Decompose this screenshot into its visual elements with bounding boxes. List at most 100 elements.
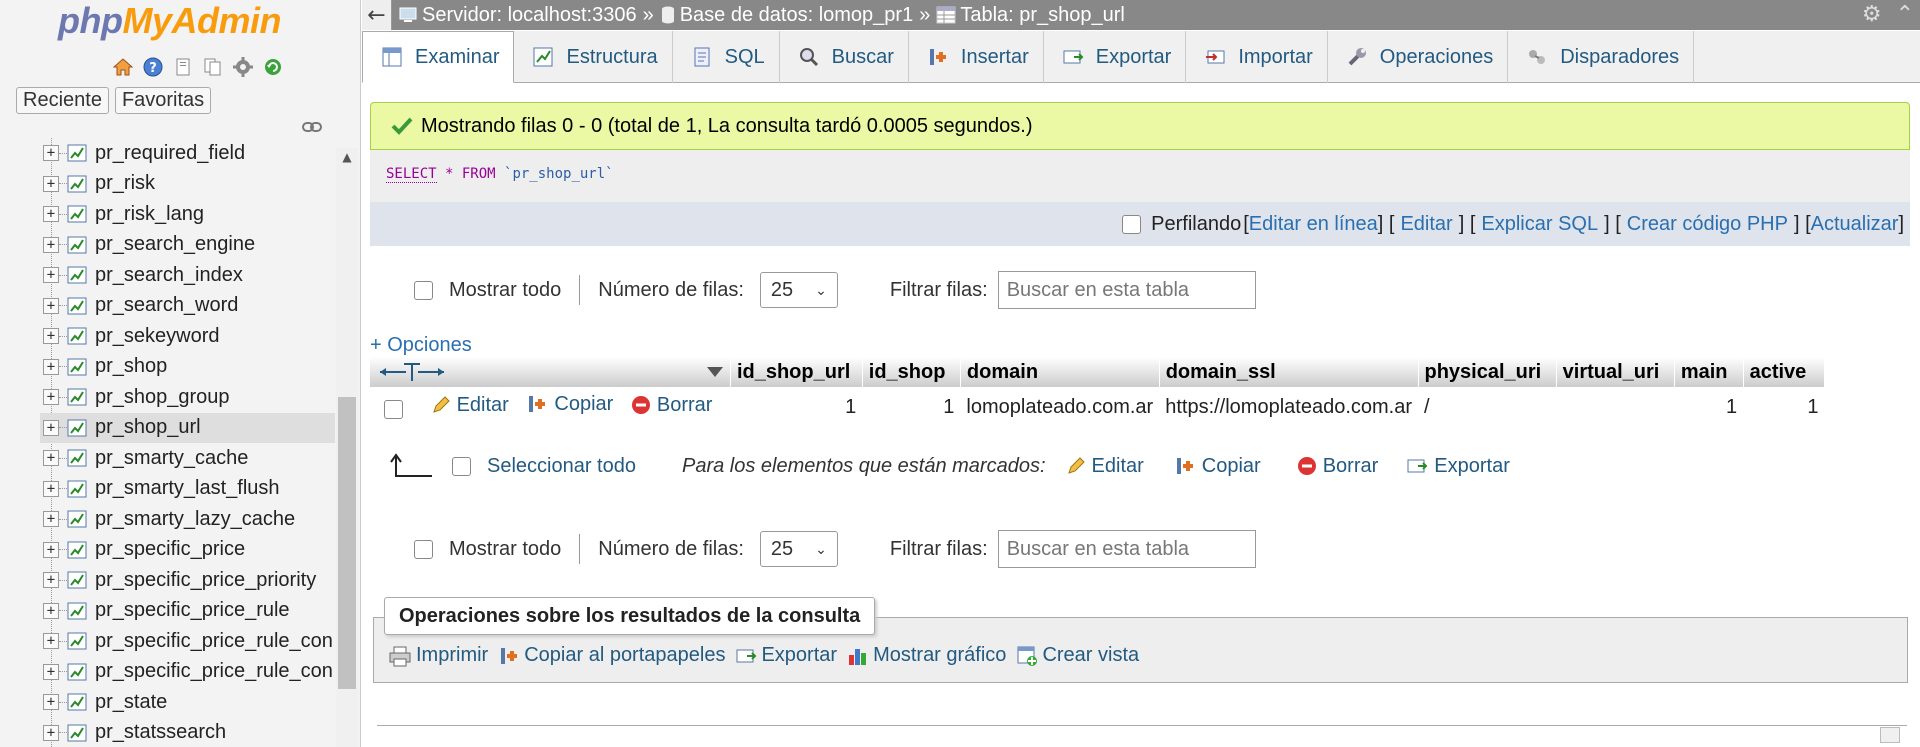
- expand-plus-icon[interactable]: +: [43, 602, 59, 619]
- help-icon[interactable]: ?: [140, 54, 166, 80]
- sidebar-table-label[interactable]: pr_specific_price_rule_con: [95, 630, 333, 653]
- table-structure-icon[interactable]: [67, 236, 87, 254]
- sql-keyword-select[interactable]: SELECT: [386, 166, 437, 183]
- sidebar-table-item[interactable]: + pr_risk: [40, 169, 335, 200]
- sidebar-table-label[interactable]: pr_required_field: [95, 142, 245, 165]
- table-structure-icon[interactable]: [67, 449, 87, 467]
- options-link[interactable]: + Opciones: [370, 334, 472, 357]
- cell-domain[interactable]: lomoplateado.com.ar: [960, 387, 1159, 427]
- select-all-label[interactable]: Seleccionar todo: [487, 455, 636, 478]
- table-structure-icon[interactable]: [67, 602, 87, 620]
- sidebar-table-label[interactable]: pr_search_word: [95, 294, 238, 317]
- console-toggle-icon[interactable]: [1880, 727, 1900, 743]
- sidebar-table-item[interactable]: + pr_sekeyword: [40, 321, 335, 352]
- show-chart-button[interactable]: Mostrar gráfico: [847, 644, 1006, 667]
- sidebar-table-item[interactable]: + pr_shop_group: [40, 382, 335, 413]
- column-resize-header[interactable]: [370, 357, 731, 387]
- sidebar-table-label[interactable]: pr_smarty_last_flush: [95, 477, 280, 500]
- table-structure-icon[interactable]: [67, 419, 87, 437]
- copy-icon[interactable]: [200, 54, 226, 80]
- sidebar-table-label[interactable]: pr_specific_price_priority: [95, 569, 316, 592]
- bulk-delete-button[interactable]: Borrar: [1297, 455, 1378, 478]
- sidebar-table-label[interactable]: pr_risk_lang: [95, 203, 204, 226]
- expand-plus-icon[interactable]: +: [43, 724, 59, 741]
- gear-icon[interactable]: [230, 54, 256, 80]
- table-structure-icon[interactable]: [67, 358, 87, 376]
- sidebar-table-item[interactable]: + pr_shop_url: [40, 412, 335, 443]
- table-structure-icon[interactable]: [67, 632, 87, 650]
- tab-insert[interactable]: Insertar: [909, 31, 1044, 83]
- link-icon[interactable]: [302, 118, 322, 137]
- table-structure-icon[interactable]: [67, 510, 87, 528]
- sidebar-table-label[interactable]: pr_specific_price_rule: [95, 599, 290, 622]
- table-structure-icon[interactable]: [67, 541, 87, 559]
- print-button[interactable]: Imprimir: [388, 644, 488, 667]
- sidebar-table-label[interactable]: pr_sekeyword: [95, 325, 220, 348]
- table-structure-icon[interactable]: [67, 571, 87, 589]
- expand-plus-icon[interactable]: +: [43, 541, 59, 558]
- cell-id-shop[interactable]: 1: [862, 387, 960, 427]
- show-all-checkbox[interactable]: [414, 539, 433, 559]
- sql-query-box[interactable]: SELECT * FROM `pr_shop_url`: [370, 150, 1910, 202]
- sidebar-table-label[interactable]: pr_shop_url: [95, 416, 201, 439]
- tab-triggers[interactable]: Disparadores: [1508, 31, 1695, 83]
- sidebar-table-item[interactable]: + pr_search_index: [40, 260, 335, 291]
- expand-plus-icon[interactable]: +: [43, 297, 59, 314]
- bulk-edit-button[interactable]: Editar: [1066, 455, 1144, 478]
- sidebar-table-item[interactable]: + pr_smarty_last_flush: [40, 474, 335, 505]
- cell-main[interactable]: 1: [1674, 387, 1743, 427]
- create-php-code-link[interactable]: Crear código PHP: [1627, 213, 1788, 236]
- docs-icon[interactable]: [170, 54, 196, 80]
- cell-id-shop-url[interactable]: 1: [730, 387, 862, 427]
- column-header[interactable]: active: [1743, 357, 1826, 387]
- table-structure-icon[interactable]: [67, 388, 87, 406]
- row-copy-button[interactable]: Copiar: [526, 393, 613, 416]
- expand-plus-icon[interactable]: +: [43, 419, 59, 436]
- select-all-checkbox[interactable]: [452, 456, 471, 476]
- refresh-link[interactable]: Actualizar: [1811, 213, 1899, 236]
- sidebar-table-item[interactable]: + pr_specific_price_rule: [40, 596, 335, 627]
- rows-count-select[interactable]: 25 ⌄: [759, 272, 838, 308]
- row-delete-button[interactable]: Borrar: [631, 394, 712, 417]
- tab-structure[interactable]: Estructura: [514, 31, 673, 83]
- table-structure-icon[interactable]: [67, 205, 87, 223]
- sidebar-table-item[interactable]: + pr_specific_price_rule_con: [40, 657, 335, 688]
- settings-gear-icon[interactable]: ⚙: [1862, 2, 1882, 27]
- table-structure-icon[interactable]: [67, 327, 87, 345]
- show-all-checkbox[interactable]: [414, 280, 433, 300]
- expand-plus-icon[interactable]: +: [43, 389, 59, 406]
- column-header[interactable]: main: [1674, 357, 1744, 387]
- column-header[interactable]: virtual_uri: [1556, 357, 1675, 387]
- sidebar-table-item[interactable]: + pr_smarty_lazy_cache: [40, 504, 335, 535]
- sidebar-table-item[interactable]: + pr_shop: [40, 352, 335, 383]
- expand-plus-icon[interactable]: +: [43, 267, 59, 284]
- tab-import[interactable]: Importar: [1186, 31, 1328, 83]
- table-structure-icon[interactable]: [67, 297, 87, 315]
- cell-active[interactable]: 1: [1743, 387, 1824, 427]
- cell-physical-uri[interactable]: /: [1418, 387, 1556, 427]
- table-structure-icon[interactable]: [67, 724, 87, 742]
- sidebar-table-label[interactable]: pr_search_engine: [95, 233, 255, 256]
- filter-rows-input[interactable]: Buscar en esta tabla: [997, 530, 1256, 568]
- column-resize-arrows-icon[interactable]: [376, 361, 448, 383]
- sidebar-table-item[interactable]: + pr_risk_lang: [40, 199, 335, 230]
- sidebar-table-label[interactable]: pr_statssearch: [95, 721, 226, 744]
- edit-inline-link[interactable]: Editar en línea: [1249, 213, 1378, 236]
- favorites-tab[interactable]: Favoritas: [114, 87, 212, 114]
- sidebar-table-item[interactable]: + pr_specific_price_rule_con: [40, 626, 335, 657]
- explain-sql-link[interactable]: Explicar SQL: [1481, 213, 1598, 236]
- sidebar-table-label[interactable]: pr_smarty_cache: [95, 447, 248, 470]
- recent-tab[interactable]: Reciente: [16, 87, 109, 114]
- table-structure-icon[interactable]: [67, 480, 87, 498]
- cell-virtual-uri[interactable]: [1556, 387, 1674, 427]
- edit-link[interactable]: Editar: [1400, 213, 1452, 236]
- sidebar-table-label[interactable]: pr_shop_group: [95, 386, 230, 409]
- bulk-copy-button[interactable]: Copiar: [1174, 455, 1261, 478]
- sidebar-table-item[interactable]: + pr_state: [40, 687, 335, 718]
- sort-triangle-icon[interactable]: [706, 366, 724, 378]
- column-header[interactable]: id_shop_url: [730, 357, 863, 387]
- expand-plus-icon[interactable]: +: [43, 450, 59, 467]
- export-results-button[interactable]: Exportar: [735, 644, 837, 667]
- table-structure-icon[interactable]: [67, 144, 87, 162]
- collapse-icon[interactable]: ⌃: [1896, 2, 1914, 27]
